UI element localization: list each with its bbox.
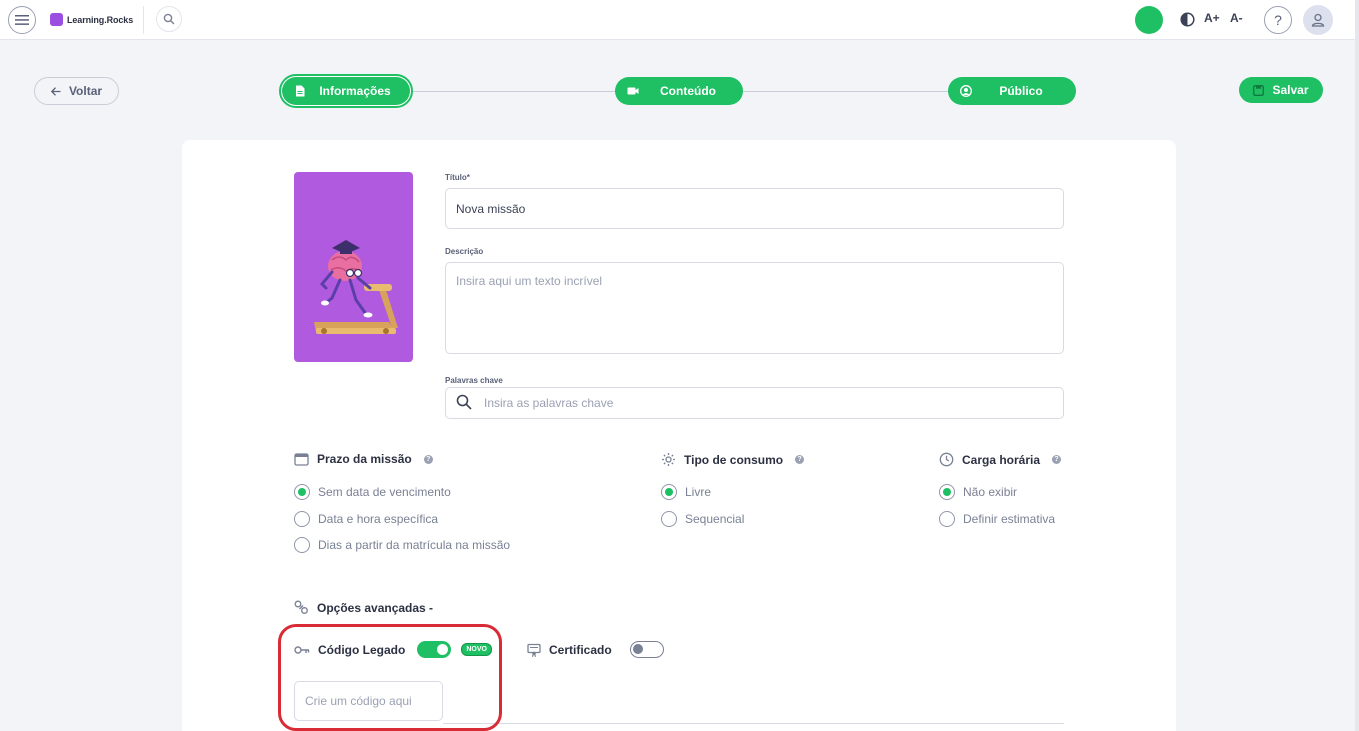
consumption-title: Tipo de consumo <box>684 452 784 467</box>
certificate-toggle[interactable] <box>629 641 664 658</box>
brand-logo[interactable]: Learning.Rocks <box>50 13 133 26</box>
workload-option-estimate[interactable]: Definir estimativa <box>939 511 1055 527</box>
step-publico[interactable]: Público <box>948 77 1076 105</box>
advanced-options-toggle[interactable]: Opções avançadas - <box>294 600 433 615</box>
question-icon: ? <box>1274 12 1282 28</box>
option-label: Sequencial <box>685 512 745 526</box>
title-input[interactable]: Nova missão <box>445 188 1064 229</box>
consumption-option-sequential[interactable]: Sequencial <box>661 511 744 527</box>
consumption-option-free[interactable]: Livre <box>661 484 711 500</box>
option-label: Sem data de vencimento <box>318 485 451 499</box>
option-label: Definir estimativa <box>963 512 1056 526</box>
search-icon <box>456 394 472 410</box>
save-label: Salvar <box>1272 83 1309 97</box>
back-button[interactable]: Voltar <box>34 77 119 105</box>
brain-treadmill-illustration <box>314 240 398 334</box>
save-icon <box>1253 84 1265 96</box>
radio-button[interactable] <box>294 511 310 527</box>
save-button[interactable]: Salvar <box>1239 77 1323 103</box>
logo-mark-icon <box>50 13 63 26</box>
radio-button[interactable] <box>661 511 677 527</box>
description-placeholder: Insira aqui um texto incrível <box>456 274 603 288</box>
plus-icon: + <box>1144 12 1154 28</box>
deadline-option-days-after-enrollment[interactable]: Dias a partir da matrícula na missão <box>294 537 510 553</box>
font-decrease-button[interactable]: A- <box>1230 11 1243 25</box>
deadline-section-title: Prazo da missão ? <box>294 452 433 466</box>
contrast-icon[interactable] <box>1180 12 1195 27</box>
radio-button[interactable] <box>294 537 310 553</box>
deadline-title: Prazo da missão <box>317 452 412 466</box>
step-informacoes[interactable]: Informações <box>282 77 410 105</box>
calendar-icon <box>294 453 309 466</box>
title-value: Nova missão <box>456 201 526 216</box>
document-icon <box>296 85 305 97</box>
radio-button[interactable] <box>661 484 677 500</box>
option-label: Data e hora específica <box>318 512 439 526</box>
create-button[interactable]: + <box>1135 6 1163 34</box>
user-avatar[interactable] <box>1303 5 1333 35</box>
info-icon[interactable]: ? <box>423 454 433 464</box>
clock-icon <box>939 452 954 467</box>
cog-icon <box>662 453 675 466</box>
title-label: Título* <box>445 173 470 182</box>
mission-cover-image[interactable] <box>294 172 413 362</box>
help-button[interactable]: ? <box>1264 6 1292 34</box>
hamburger-menu-button[interactable] <box>8 6 36 34</box>
user-icon <box>1311 13 1325 27</box>
certificate-label: Certificado <box>549 642 612 657</box>
global-search-button[interactable] <box>156 6 182 32</box>
deadline-option-specific-date[interactable]: Data e hora específica <box>294 511 438 527</box>
workload-option-hide[interactable]: Não exibir <box>939 484 1017 500</box>
page-scrollbar[interactable] <box>1355 0 1359 731</box>
keywords-label: Palavras chave <box>445 376 503 385</box>
workload-title: Carga horária <box>962 452 1041 467</box>
brand-name: Learning.Rocks <box>67 14 134 25</box>
workload-section-title: Carga horária ? <box>939 452 1062 467</box>
option-label: Dias a partir da matrícula na missão <box>318 538 511 552</box>
certificate-row: Certificado <box>527 641 664 658</box>
topbar-divider <box>143 6 144 34</box>
font-increase-button[interactable]: A+ <box>1204 11 1220 25</box>
description-label: Descrição <box>445 247 484 256</box>
radio-button[interactable] <box>294 484 310 500</box>
consumption-section-title: Tipo de consumo ? <box>661 452 805 467</box>
search-icon <box>163 13 175 25</box>
top-bar: Learning.Rocks + A+ A- ? <box>0 0 1359 40</box>
option-label: Não exibir <box>963 485 1018 499</box>
user-circle-icon <box>960 85 972 97</box>
highlight-annotation <box>278 624 502 731</box>
keywords-input[interactable]: Insira as palavras chave <box>445 387 1064 419</box>
arrow-left-icon <box>50 86 61 96</box>
certificate-icon <box>527 643 541 657</box>
radio-button[interactable] <box>939 511 955 527</box>
menu-icon <box>15 15 29 25</box>
radio-button[interactable] <box>939 484 955 500</box>
advanced-title: Opções avançadas - <box>317 600 434 615</box>
info-icon[interactable]: ? <box>795 455 805 464</box>
description-textarea[interactable]: Insira aqui um texto incrível <box>445 262 1064 354</box>
option-label: Livre <box>685 485 712 499</box>
video-icon <box>627 87 639 95</box>
section-divider <box>443 723 1064 724</box>
info-icon[interactable]: ? <box>1052 455 1062 464</box>
keywords-placeholder: Insira as palavras chave <box>484 396 614 410</box>
back-label: Voltar <box>68 84 103 98</box>
shapes-icon <box>294 600 308 614</box>
step-conteudo[interactable]: Conteúdo <box>615 77 743 105</box>
deadline-option-no-date[interactable]: Sem data de vencimento <box>294 484 451 500</box>
